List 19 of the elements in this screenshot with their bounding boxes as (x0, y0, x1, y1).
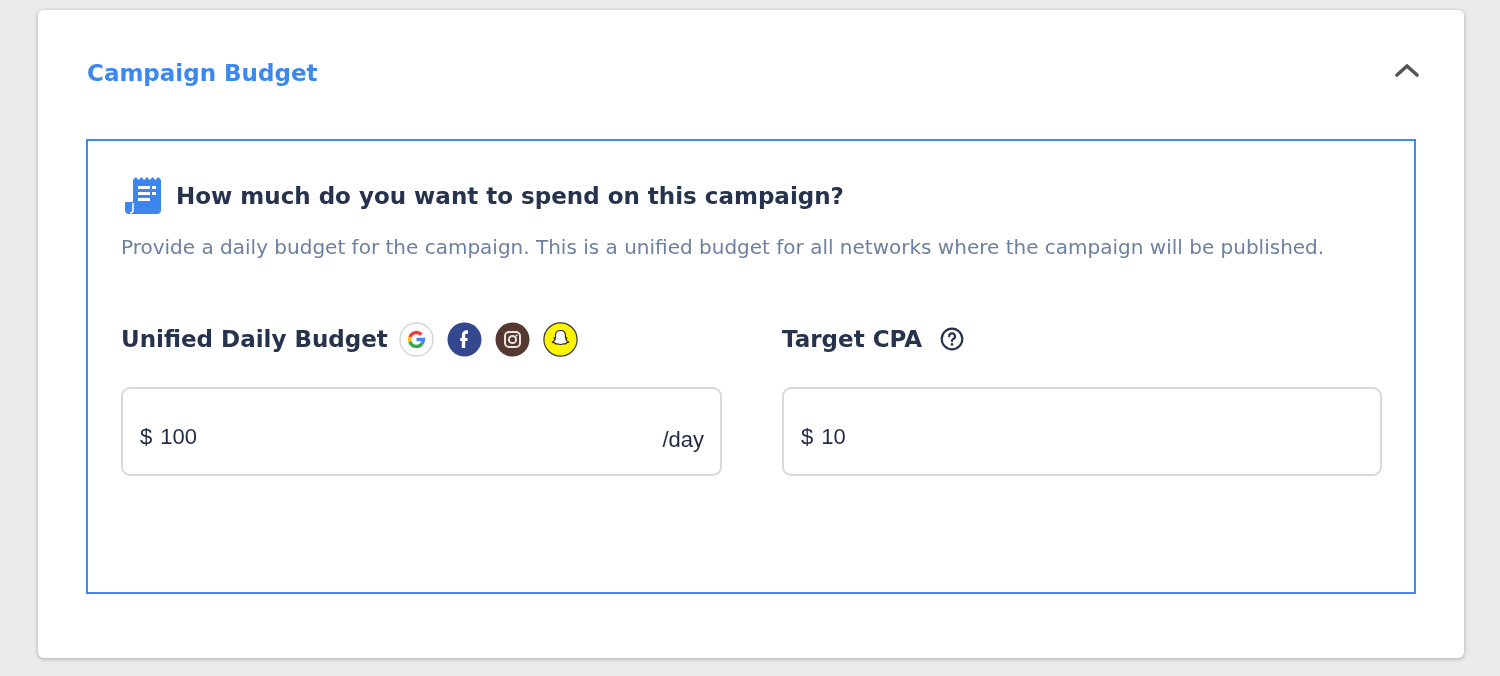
receipt-icon (125, 176, 163, 216)
target-cpa-input-field[interactable]: $ 10 (782, 387, 1382, 476)
card-title: Campaign Budget (87, 59, 318, 88)
google-logo-icon (398, 321, 434, 357)
field-label: Unified Daily Budget (121, 326, 388, 352)
currency-symbol: $ (801, 423, 814, 450)
amount-input[interactable]: 100 (160, 423, 663, 450)
currency-symbol: $ (140, 423, 153, 450)
help-icon[interactable] (940, 327, 965, 351)
section-description: Provide a daily budget for the campaign. This is a unified budget for all networks where the campaign will be published. (121, 234, 1326, 261)
facebook-logo-icon (446, 321, 482, 357)
daily-budget-input-field[interactable]: $ 100 /day (121, 387, 722, 476)
snapchat-logo-icon (542, 321, 578, 357)
unit-label: /day (662, 426, 704, 453)
instagram-logo-icon (494, 321, 530, 357)
amount-input[interactable]: 10 (821, 423, 1364, 450)
collapse-chevron-button[interactable] (1394, 62, 1420, 78)
field-label: Target CPA (782, 326, 923, 352)
section-heading: How much do you want to spend on this campaign? (176, 183, 844, 209)
